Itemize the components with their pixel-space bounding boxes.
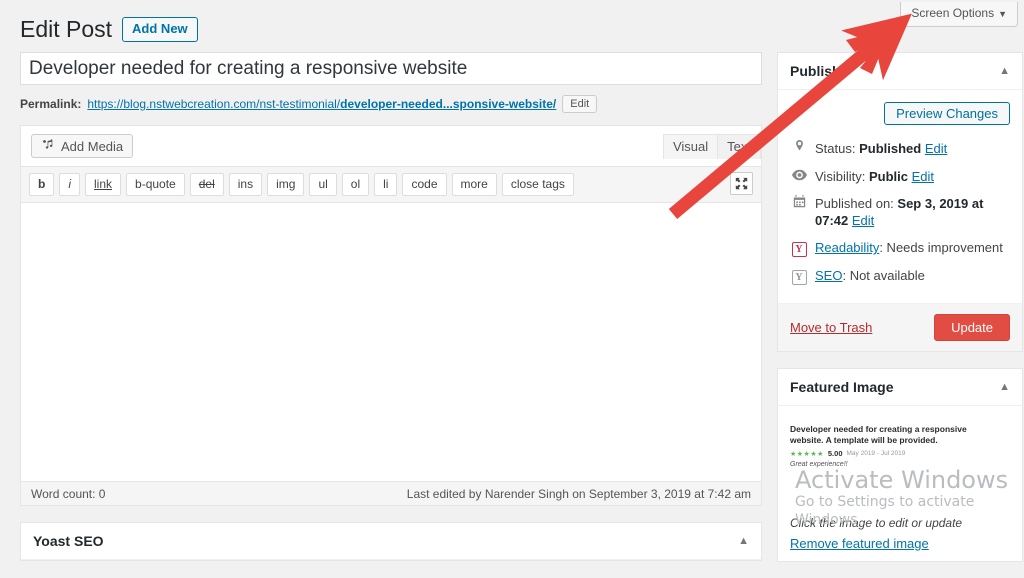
qt-button-ul[interactable]: ul (309, 173, 337, 196)
yoast-icon-glyph: Y (791, 270, 807, 285)
visibility-label: Visibility: (815, 169, 866, 184)
toggle-panel-icon[interactable]: ▲ (999, 381, 1010, 393)
publish-title: Publish (790, 63, 841, 79)
edit-status-link[interactable]: Edit (925, 141, 947, 156)
yoast-seo-metabox: Yoast SEO ▲ (20, 522, 762, 561)
publish-actions: Move to Trash Update (778, 303, 1022, 351)
last-edited: Last edited by Narender Singh on Septemb… (406, 486, 751, 501)
preview-changes-button[interactable]: Preview Changes (884, 102, 1010, 125)
qt-button-close-tags[interactable]: close tags (501, 173, 574, 196)
pin-icon (790, 140, 808, 158)
quicktags-toolbar: b i link b-quote del ins img ul ol li co… (21, 166, 761, 203)
status-value: Published (859, 141, 922, 156)
screen-options-bar: Screen Options ▼ (864, 0, 1024, 27)
thumbnail-rating: ★★★★★ 5.00 May 2019 - Jul 2019 (790, 449, 996, 458)
editor-container: Add Media Visual Text b i link b-quote d… (20, 125, 762, 506)
add-media-button[interactable]: Add Media (31, 134, 134, 158)
visibility-row: Visibility: Public Edit (790, 163, 1010, 190)
featured-image-hint: Click the image to edit or update (790, 516, 963, 530)
rating-date-range: May 2019 - Jul 2019 (846, 450, 906, 457)
permalink-base: https://blog.nstwebcreation.com/nst-test… (87, 97, 341, 111)
qt-button-ol[interactable]: ol (341, 173, 370, 196)
tab-text[interactable]: Text (717, 134, 761, 159)
yoast-seo-title: Yoast SEO (33, 533, 104, 549)
permalink-row: Permalink: https://blog.nstwebcreation.c… (20, 93, 762, 115)
featured-image-thumbnail[interactable]: Developer needed for creating a responsi… (790, 420, 996, 468)
publish-metabox: Publish ▲ Preview Changes Status: Publis… (777, 52, 1023, 352)
move-to-trash-link[interactable]: Move to Trash (790, 320, 872, 335)
fullscreen-icon[interactable] (730, 172, 753, 195)
calendar-icon (790, 195, 808, 212)
readability-value: : Needs improvement (879, 240, 1003, 255)
readability-link[interactable]: Readability (815, 240, 879, 255)
toggle-panel-icon[interactable]: ▲ (999, 65, 1010, 77)
qt-button-del[interactable]: del (189, 173, 224, 196)
readability-text: Readability: Needs improvement (815, 239, 1003, 256)
visibility-value: Public (868, 169, 908, 184)
readability-row: Y Readability: Needs improvement (790, 234, 1010, 262)
editor-content-area[interactable] (21, 203, 761, 481)
featured-image-metabox: Featured Image ▲ Developer needed for cr… (777, 368, 1023, 562)
qt-button-code[interactable]: code (402, 173, 447, 196)
page-title: Edit Post (20, 16, 113, 42)
published-on-label: Published on: (815, 196, 894, 211)
publish-sidebar: Publish ▲ Preview Changes Status: Publis… (777, 52, 1023, 578)
tab-visual[interactable]: Visual (662, 134, 719, 159)
permalink-url[interactable]: https://blog.nstwebcreation.com/nst-test… (87, 97, 556, 111)
thumbnail-note: Great experience!! (790, 461, 848, 468)
add-media-label: Add Media (61, 138, 124, 154)
yoast-icon-glyph: Y (791, 242, 807, 257)
yoast-seo-icon: Y (790, 267, 808, 285)
editor-status-bar: Word count: 0 Last edited by Narender Si… (21, 481, 761, 505)
seo-link[interactable]: SEO (815, 268, 842, 283)
edit-published-on-link[interactable]: Edit (852, 213, 874, 228)
qt-button-b[interactable]: b (29, 173, 55, 196)
qt-button-bquote[interactable]: b-quote (126, 173, 185, 196)
remove-featured-image-link[interactable]: Remove featured image (790, 536, 1010, 551)
qt-button-link[interactable]: link (85, 173, 122, 196)
status-text: Status: Published Edit (815, 140, 947, 157)
qt-button-ins[interactable]: ins (228, 173, 263, 196)
published-on-row: Published on: Sep 3, 2019 at 07:42 Edit (790, 190, 1010, 234)
yoast-readability-icon: Y (790, 239, 808, 257)
seo-row: Y SEO: Not available (790, 262, 1010, 295)
add-new-button[interactable]: Add New (122, 17, 198, 42)
rating-score: 5.00 (827, 449, 843, 458)
published-on-text: Published on: Sep 3, 2019 at 07:42 Edit (815, 195, 1010, 229)
chevron-down-icon: ▼ (998, 9, 1007, 19)
featured-image-title: Featured Image (790, 379, 894, 395)
seo-text: SEO: Not available (815, 267, 925, 284)
main-editor-column: Permalink: https://blog.nstwebcreation.c… (20, 52, 762, 561)
media-bar: Add Media Visual Text (21, 126, 761, 166)
page-header: Edit Post Add New (20, 15, 198, 44)
star-rating-icon: ★★★★★ (790, 450, 824, 458)
seo-value: : Not available (842, 268, 925, 283)
eye-icon (790, 168, 808, 185)
edit-visibility-link[interactable]: Edit (912, 169, 934, 184)
thumbnail-title: Developer needed for creating a responsi… (790, 424, 967, 445)
edit-permalink-button[interactable]: Edit (562, 95, 598, 113)
visibility-text: Visibility: Public Edit (815, 168, 934, 185)
featured-image-body[interactable]: Developer needed for creating a responsi… (778, 406, 1022, 561)
status-row: Status: Published Edit (790, 135, 1010, 163)
media-icon (41, 138, 55, 154)
update-button[interactable]: Update (934, 314, 1010, 341)
permalink-label: Permalink: (20, 97, 82, 111)
screen-options-button[interactable]: Screen Options ▼ (900, 2, 1018, 27)
editor-mode-tabs: Visual Text (662, 134, 761, 159)
permalink-slug: developer-needed...sponsive-website/ (340, 97, 557, 111)
qt-button-i[interactable]: i (59, 173, 81, 196)
word-count: Word count: 0 (31, 486, 106, 501)
qt-button-li[interactable]: li (374, 173, 398, 196)
toggle-panel-icon[interactable]: ▲ (738, 535, 749, 547)
qt-button-img[interactable]: img (267, 173, 305, 196)
qt-button-more[interactable]: more (451, 173, 497, 196)
status-label: Status: (815, 141, 856, 156)
screen-options-label: Screen Options (911, 6, 995, 20)
post-title-input[interactable] (20, 52, 762, 85)
